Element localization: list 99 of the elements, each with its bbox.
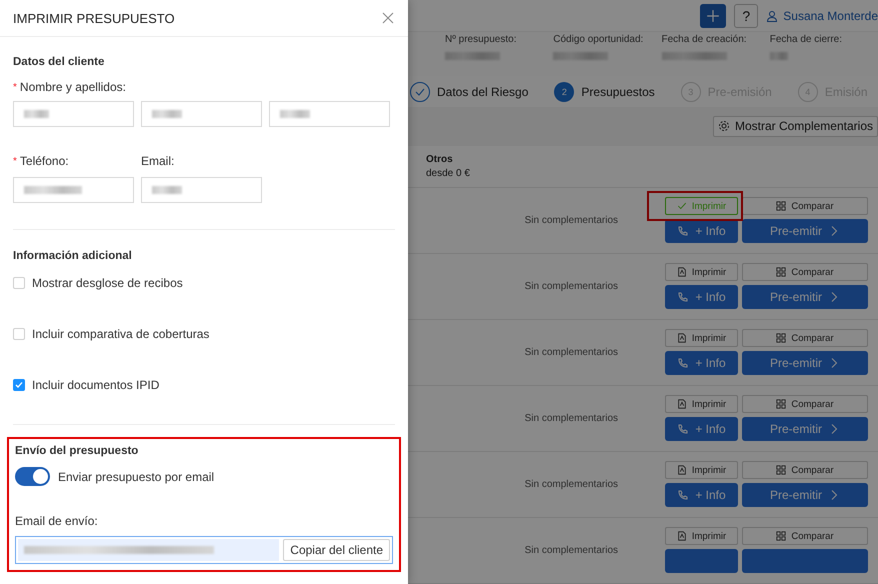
help-button[interactable]: ? — [734, 4, 758, 28]
redacted-value — [24, 186, 82, 194]
pre-issue-button[interactable]: Pre-emitir — [742, 483, 868, 508]
user-link[interactable]: Susana Monterde — [766, 8, 878, 23]
redacted-value — [152, 110, 182, 118]
summary-label: Código oportunidad: — [553, 34, 644, 46]
print-button[interactable]: Imprimir — [665, 263, 738, 282]
grid-icon — [776, 531, 786, 542]
document-icon — [676, 333, 687, 344]
copy-button[interactable]: Copiar del cliente — [283, 539, 390, 561]
email-field[interactable] — [141, 177, 262, 203]
info-button[interactable]: + Info — [665, 417, 738, 442]
phone-icon — [677, 225, 690, 238]
row-note: Sin complementarios — [524, 214, 619, 226]
phone-icon — [677, 291, 690, 304]
grid-icon — [776, 333, 786, 344]
pre-issue-button[interactable]: Pre-emitir — [742, 285, 868, 310]
checkbox-label: Incluir comparativa de coberturas — [32, 327, 210, 341]
compare-button[interactable]: Comparar — [742, 197, 868, 216]
group-name: Otros — [426, 154, 454, 165]
settings-icon — [718, 120, 730, 132]
complements-button[interactable]: Mostrar Complementarios — [712, 116, 878, 137]
row-note: Sin complementarios — [524, 346, 619, 358]
redacted-value — [770, 52, 788, 60]
redacted-value — [553, 52, 608, 60]
checkbox[interactable] — [13, 277, 25, 289]
compare-button[interactable]: Comparar — [742, 329, 868, 348]
info-button[interactable]: + Info — [665, 219, 738, 244]
toggle-label: Enviar presupuesto por email — [58, 470, 214, 484]
close-icon — [382, 12, 394, 24]
row-note: Sin complementarios — [524, 412, 619, 424]
checkbox[interactable] — [13, 379, 25, 391]
user-icon — [766, 10, 778, 22]
section-heading: Envío del presupuesto — [15, 445, 140, 457]
grid-icon — [776, 399, 786, 410]
required-mark: * — [13, 156, 17, 166]
section-heading: Información adicional — [13, 250, 133, 262]
print-button[interactable]: Imprimir — [665, 329, 738, 348]
grid-icon — [776, 465, 786, 476]
pre-issue-button[interactable]: Pre-emitir — [742, 219, 868, 244]
pre-issue-button[interactable]: Pre-emitir — [742, 417, 868, 442]
checkbox-label: Mostrar desglose de recibos — [32, 276, 183, 290]
group-price: desde 0 € — [426, 168, 471, 179]
phone-icon — [677, 489, 690, 502]
close-button[interactable] — [382, 12, 394, 24]
info-button[interactable]: + Info — [665, 483, 738, 508]
plus-icon — [706, 8, 720, 23]
add-button[interactable] — [700, 4, 726, 28]
summary-label: Nº presupuesto: — [445, 34, 518, 46]
grid-icon — [776, 201, 786, 212]
field-label: Email: — [141, 154, 174, 168]
compare-button[interactable]: Comparar — [742, 263, 868, 282]
document-icon — [676, 399, 687, 410]
check-icon — [415, 86, 425, 96]
step-label[interactable]: Presupuestos — [581, 84, 655, 98]
summary-label: Fecha de creación: — [662, 34, 748, 46]
redacted-value — [24, 110, 49, 118]
redacted-value — [152, 186, 182, 194]
pre-issue-button[interactable]: Pre-emitir — [742, 351, 868, 376]
grid-icon — [776, 267, 786, 278]
checkbox-label: Incluir documentos IPID — [32, 378, 160, 392]
name-field[interactable] — [269, 101, 390, 127]
row-note: Sin complementarios — [524, 544, 619, 556]
row-note: Sin complementarios — [524, 478, 619, 490]
name-field[interactable] — [141, 101, 262, 127]
redacted-value — [662, 52, 726, 60]
print-button[interactable]: Imprimir — [665, 395, 738, 414]
print-button[interactable]: Imprimir — [665, 461, 738, 480]
redacted-value — [280, 110, 310, 118]
compare-button[interactable]: Comparar — [742, 527, 868, 546]
phone-icon — [677, 423, 690, 436]
info-button[interactable]: + Info — [665, 285, 738, 310]
name-field[interactable] — [13, 101, 134, 127]
info-button[interactable]: + Info — [665, 351, 738, 376]
send-email-field[interactable]: Copiar del cliente — [15, 536, 393, 564]
document-icon — [676, 531, 687, 542]
document-icon — [676, 267, 687, 278]
section-heading: Datos del cliente — [13, 56, 106, 68]
checkbox[interactable] — [13, 328, 25, 340]
info-button[interactable] — [665, 549, 738, 574]
compare-button[interactable]: Comparar — [742, 461, 868, 480]
check-icon — [676, 201, 687, 212]
row-note: Sin complementarios — [524, 280, 619, 292]
phone-field[interactable] — [13, 177, 134, 203]
step-marker: 2 — [554, 82, 574, 102]
compare-button[interactable]: Comparar — [742, 395, 868, 414]
redacted-value — [445, 52, 500, 60]
field-label: Email de envío: — [15, 514, 99, 528]
document-icon — [676, 465, 687, 476]
toggle-switch[interactable] — [15, 467, 50, 486]
pre-issue-button[interactable] — [742, 549, 868, 574]
field-label: Nombre y apellidos: — [20, 80, 126, 94]
drawer-title: IMPRIMIR PRESUPUESTO — [13, 10, 175, 26]
print-button[interactable]: Imprimir — [665, 527, 738, 546]
phone-icon — [677, 357, 690, 370]
required-mark: * — [13, 82, 17, 92]
step-label[interactable]: Datos del Riesgo — [437, 84, 528, 98]
field-label: Teléfono: — [20, 154, 69, 168]
summary-label: Fecha de cierre: — [770, 34, 844, 46]
